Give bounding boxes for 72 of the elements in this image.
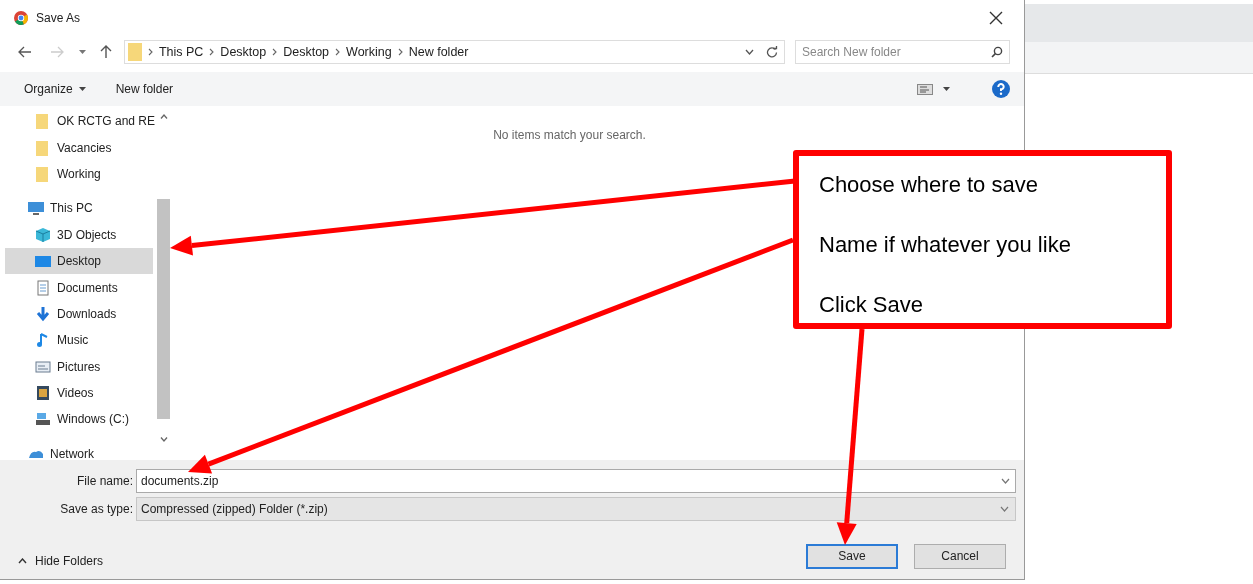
breadcrumb-item[interactable]: New folder [408, 42, 469, 62]
chevron-down-icon [1001, 478, 1010, 484]
callout-text: Name if whatever you like [819, 232, 1072, 258]
breadcrumb-item[interactable]: Desktop [220, 42, 267, 62]
nav-item[interactable]: Music [5, 327, 153, 354]
refresh-icon[interactable] [766, 46, 778, 58]
organize-button[interactable]: Organize [24, 80, 86, 98]
breadcrumb-separator-icon [272, 48, 278, 56]
folder-icon [127, 43, 142, 61]
dialog-button[interactable]: Cancel [914, 543, 1006, 569]
browser-logo-icon [14, 11, 28, 25]
dialog-button[interactable]: Save [806, 543, 898, 569]
file-name-field[interactable]: documents.zip [136, 469, 1016, 493]
search-icon [991, 46, 1003, 58]
breadcrumb-item[interactable]: Desktop [283, 42, 330, 62]
breadcrumb-separator-icon [397, 48, 403, 56]
file-name-label: File name: [75, 473, 134, 490]
forward-arrow-icon [49, 46, 64, 58]
save-as-type-dropdown[interactable]: Compressed (zipped) Folder (*.zip) [136, 497, 1016, 521]
empty-folder-message: No items match your search. [493, 127, 646, 141]
document-icon [35, 279, 51, 296]
desktop-icon [35, 253, 51, 270]
scroll-down-icon[interactable] [159, 437, 168, 442]
scroll-up-icon[interactable] [159, 114, 168, 119]
network-icon [28, 449, 44, 458]
breadcrumb-separator-icon [147, 48, 153, 56]
caret-icon [943, 87, 950, 91]
chevron-down-icon[interactable] [745, 49, 754, 55]
nav-item[interactable]: Videos [5, 379, 153, 407]
nav-item[interactable]: Pictures [5, 353, 153, 380]
nav-item[interactable]: Desktop [5, 247, 153, 275]
nav-item[interactable]: Vacancies [5, 134, 153, 161]
chevron-down-icon [1000, 506, 1009, 512]
new-folder-button[interactable]: New folder [115, 80, 174, 98]
search-field[interactable]: Search New folder [795, 40, 1010, 64]
nav-item[interactable]: Downloads [5, 300, 153, 328]
callout-text: Choose where to save [819, 172, 1039, 198]
folder-icon [35, 139, 51, 156]
nav-item[interactable]: Windows (C:) [5, 406, 153, 433]
film-icon [35, 385, 51, 402]
nav-item[interactable]: Network [5, 440, 153, 460]
picture-icon [35, 358, 51, 375]
breadcrumb-separator-icon [335, 48, 341, 56]
nav-item[interactable]: OK RCTG and RE [5, 108, 153, 135]
cube-icon [35, 226, 51, 243]
back-arrow-icon [18, 46, 32, 58]
chevron-up-icon [18, 558, 27, 564]
nav-item[interactable]: This PC [5, 195, 153, 222]
view-options-button[interactable] [917, 83, 950, 95]
computer-icon [28, 200, 44, 217]
caret-icon [78, 87, 86, 91]
folder-icon [35, 165, 51, 182]
folder-icon [35, 113, 51, 130]
callout-text: Click Save [819, 292, 924, 318]
nav-item[interactable]: 3D Objects [5, 221, 153, 248]
address-bar[interactable]: This PC Desktop Desktop Working New folder [123, 40, 785, 64]
breadcrumb-item[interactable]: Working [346, 42, 392, 62]
hide-folders-button[interactable]: Hide Folders [18, 552, 104, 570]
nav-item[interactable]: Documents [5, 274, 153, 301]
up-arrow-icon [99, 45, 112, 59]
help-icon[interactable] [992, 80, 1010, 98]
close-icon [989, 11, 1003, 25]
scrollbar-thumb[interactable] [157, 199, 170, 419]
save-as-type-label: Save as type: [59, 501, 134, 518]
drive-icon [35, 411, 51, 428]
nav-item[interactable]: Working [5, 160, 153, 188]
download-arrow-icon [35, 305, 51, 322]
view-icon [917, 83, 933, 95]
breadcrumb-separator-icon [209, 48, 215, 56]
window-title: Save As [36, 10, 81, 27]
breadcrumb-item[interactable]: This PC [158, 42, 204, 62]
caret-icon [79, 50, 87, 54]
